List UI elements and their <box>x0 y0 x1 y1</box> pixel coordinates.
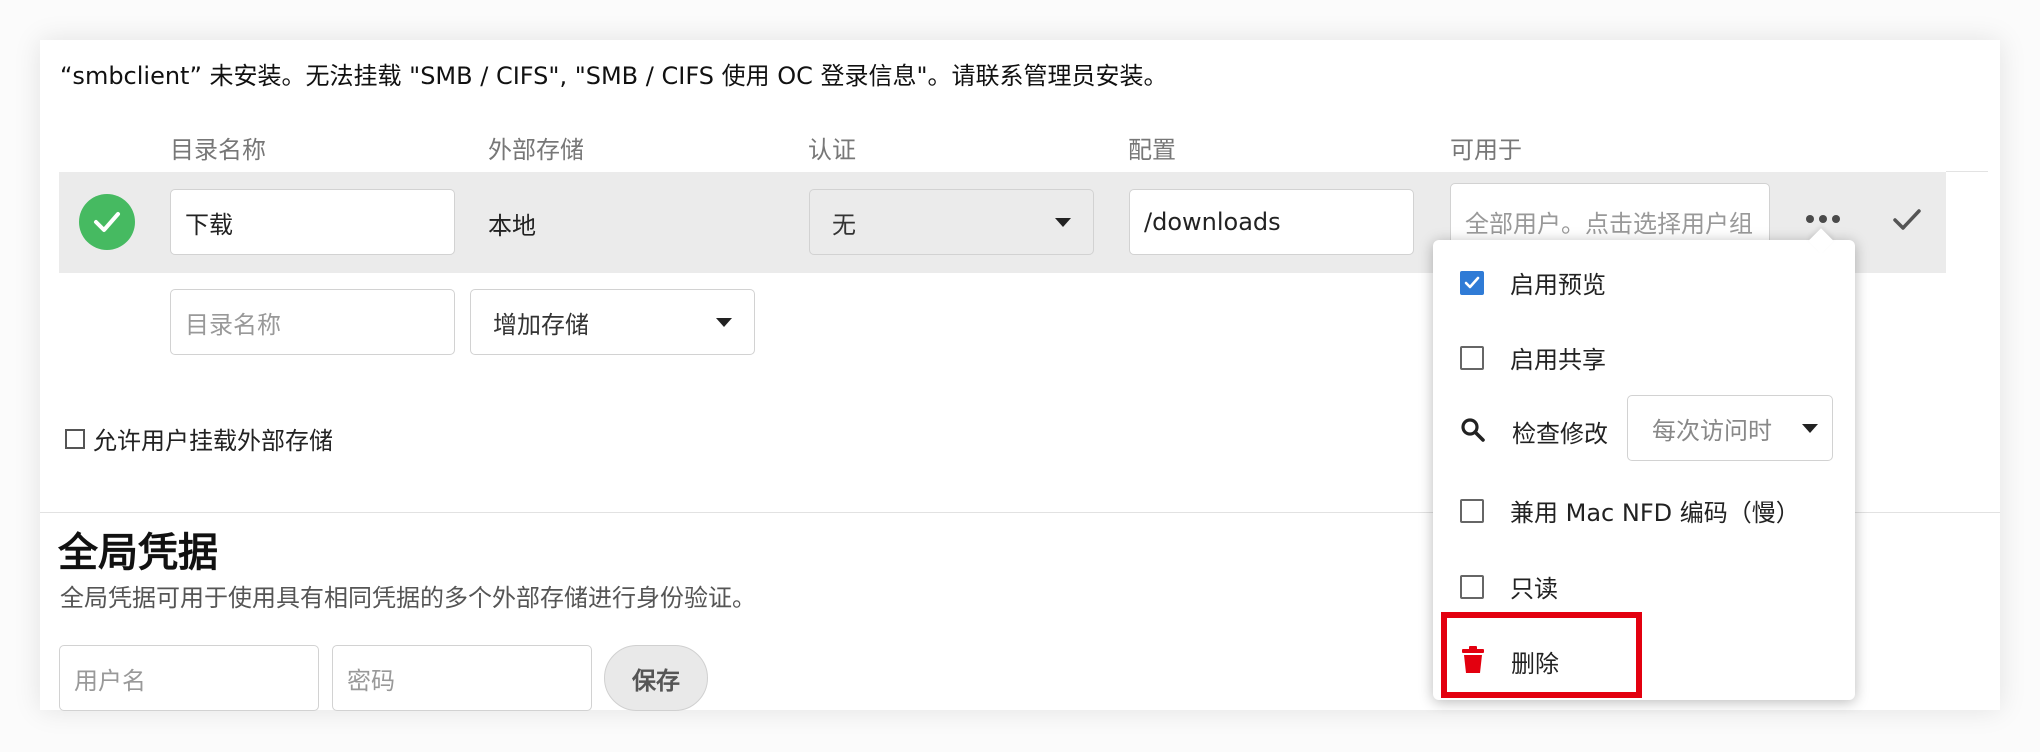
new-folder-name-input[interactable]: 目录名称 <box>170 289 455 355</box>
global-credentials-description: 全局凭据可用于使用具有相同凭据的多个外部存储进行身份验证。 <box>60 584 756 612</box>
option-check-changes: 检查修改 <box>1460 414 1608 449</box>
mac-nfd-checkbox[interactable] <box>1460 498 1484 523</box>
column-header-available-for: 可用于 <box>1450 136 1522 164</box>
chevron-down-icon <box>1802 423 1818 433</box>
row-divider <box>1946 171 1988 172</box>
option-enable-sharing[interactable]: 启用共享 <box>1460 340 1606 375</box>
status-ok-icon <box>79 194 135 250</box>
option-enable-previews[interactable]: 启用预览 <box>1460 265 1606 300</box>
enable-previews-checkbox[interactable] <box>1460 270 1484 295</box>
ellipsis-icon[interactable] <box>1806 215 1840 223</box>
add-storage-label: 增加存储 <box>493 310 589 339</box>
password-input[interactable]: 密码 <box>332 645 592 711</box>
check-changes-label: 检查修改 <box>1512 420 1608 448</box>
search-icon <box>1460 417 1486 447</box>
storage-type-label: 本地 <box>488 212 536 240</box>
folder-name-input[interactable]: 下载 <box>170 189 455 255</box>
read-only-checkbox[interactable] <box>1460 574 1484 599</box>
config-datadir-input[interactable]: /downloads <box>1129 189 1414 255</box>
option-read-only[interactable]: 只读 <box>1460 569 1558 604</box>
auth-select-value: 无 <box>832 210 856 239</box>
save-credentials-button[interactable]: 保存 <box>604 645 708 711</box>
allow-user-mounting-row: 允许用户挂载外部存储 <box>65 421 333 456</box>
read-only-label: 只读 <box>1510 575 1558 603</box>
check-changes-value: 每次访问时 <box>1652 416 1772 445</box>
column-header-folder-name: 目录名称 <box>170 136 266 164</box>
enable-sharing-checkbox[interactable] <box>1460 345 1484 370</box>
chevron-down-icon <box>1055 217 1071 227</box>
column-header-authentication: 认证 <box>808 136 856 164</box>
smbclient-warning: “smbclient” 未安装。无法挂载 "SMB / CIFS", "SMB … <box>60 62 1168 90</box>
delete-highlight-box <box>1441 612 1642 698</box>
allow-user-mounting-checkbox[interactable] <box>65 428 85 449</box>
chevron-down-icon <box>716 317 732 327</box>
enable-sharing-label: 启用共享 <box>1510 346 1606 374</box>
global-credentials-title: 全局凭据 <box>58 530 218 576</box>
mac-nfd-label: 兼用 Mac NFD 编码（慢） <box>1510 499 1800 527</box>
column-header-external-storage: 外部存储 <box>488 136 584 164</box>
check-changes-select[interactable]: 每次访问时 <box>1627 395 1833 461</box>
option-mac-nfd[interactable]: 兼用 Mac NFD 编码（慢） <box>1460 493 1800 528</box>
auth-select[interactable]: 无 <box>809 189 1094 255</box>
column-header-configuration: 配置 <box>1128 136 1176 164</box>
username-input[interactable]: 用户名 <box>59 645 319 711</box>
allow-user-mounting-label: 允许用户挂载外部存储 <box>93 427 333 455</box>
add-storage-select[interactable]: 增加存储 <box>470 289 755 355</box>
checkmark-icon[interactable] <box>1893 208 1921 236</box>
enable-previews-label: 启用预览 <box>1510 271 1606 299</box>
